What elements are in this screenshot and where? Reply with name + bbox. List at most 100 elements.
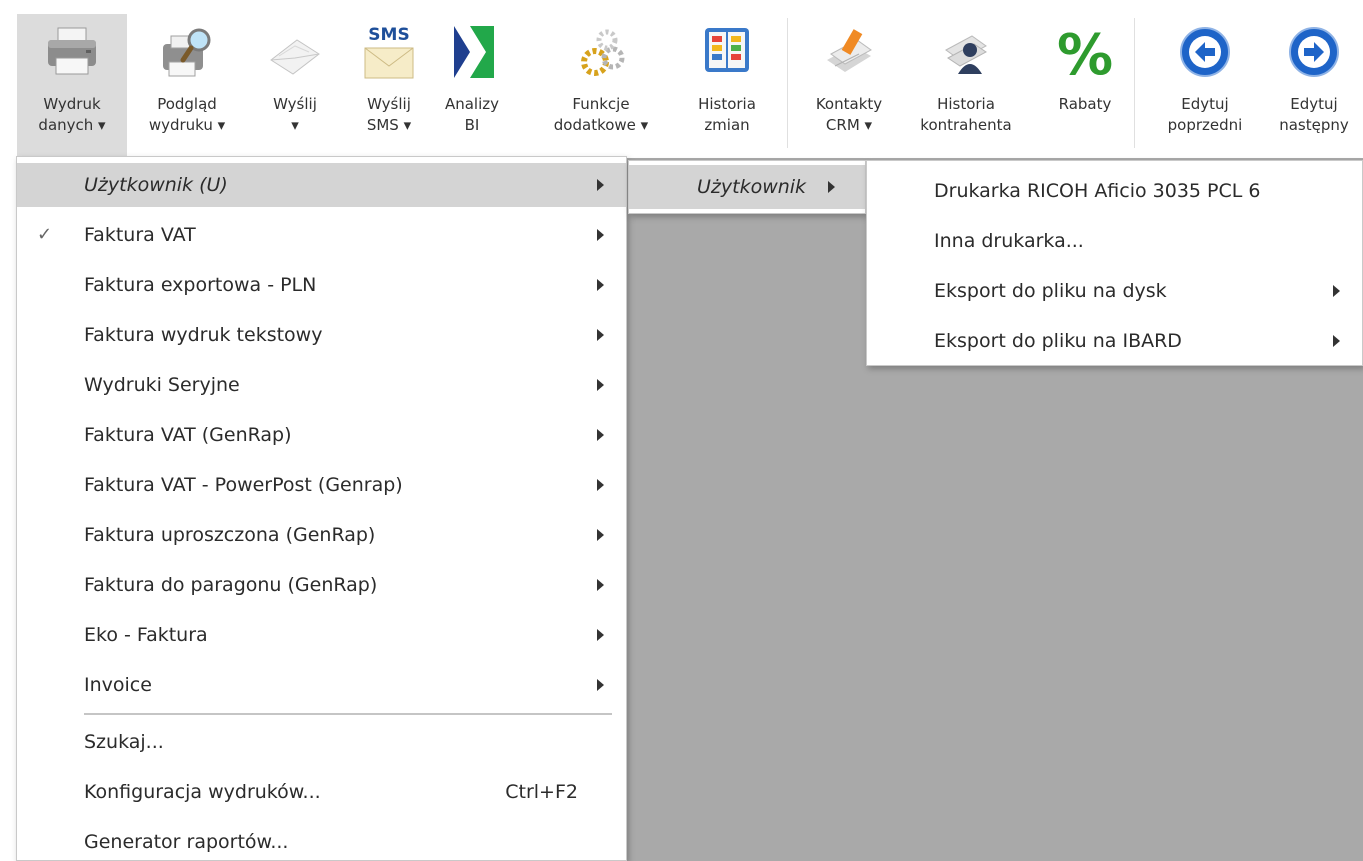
print-preview-icon: [157, 20, 217, 82]
menu-item-label: Eksport do pliku na dysk: [934, 280, 1167, 302]
analytics-bi-icon: [442, 20, 502, 82]
menu-item-label: Użytkownik: [697, 176, 807, 198]
menu-item-konfiguracja-wydrukow[interactable]: Konfiguracja wydruków... Ctrl+F2: [17, 770, 626, 814]
menu-item-label: Wydruki Seryjne: [84, 374, 240, 396]
menu-item-export-to-ibard[interactable]: Eksport do pliku na IBARD: [867, 319, 1362, 363]
edit-previous-label-1: Edytuj: [1181, 95, 1229, 113]
menu-item-faktura-do-paragonu[interactable]: Faktura do paragonu (GenRap): [17, 563, 626, 607]
print-preview-button[interactable]: Podgląd wydruku ▾: [134, 14, 240, 156]
menu-item-label: Faktura exportowa - PLN: [84, 274, 317, 296]
submenu-arrow-icon: [597, 179, 604, 191]
print-data-label-2: danych ▾: [38, 116, 106, 134]
contractor-history-icon: [936, 20, 996, 82]
contractor-history-label-1: Historia: [937, 95, 995, 113]
printer-submenu: Drukarka RICOH Aficio 3035 PCL 6 Inna dr…: [866, 160, 1363, 366]
menu-item-label: Faktura uproszczona (GenRap): [84, 524, 376, 546]
additional-functions-button[interactable]: Funkcje dodatkowe ▾: [531, 14, 671, 156]
menu-item-label: Faktura VAT: [84, 224, 196, 246]
submenu-arrow-icon: [597, 279, 604, 291]
send-sms-label-2: SMS ▾: [366, 116, 412, 134]
crm-contacts-button[interactable]: Kontakty CRM ▾: [800, 14, 898, 156]
submenu-arrow-icon: [1333, 335, 1340, 347]
menu-item-label: Faktura do paragonu (GenRap): [84, 574, 378, 596]
submenu-arrow-icon: [1333, 285, 1340, 297]
print-preview-label-1: Podgląd: [157, 95, 217, 113]
ribbon-toolbar: Wydruk danych ▾ Podgląd wydruku ▾ Wyślij ▾: [0, 0, 1363, 158]
menu-item-label: Szukaj...: [84, 731, 164, 753]
menu-item-szukaj[interactable]: Szukaj...: [17, 720, 626, 764]
edit-previous-button[interactable]: Edytuj poprzedni: [1150, 14, 1260, 156]
crm-contacts-label-2: CRM ▾: [825, 116, 873, 134]
edit-next-label-2: następny: [1279, 116, 1349, 134]
bi-analytics-label-1: Analizy: [444, 95, 500, 113]
edit-next-label-1: Edytuj: [1290, 95, 1338, 113]
menu-item-generator-raportow[interactable]: Generator raportów...: [17, 820, 626, 861]
menu-item-faktura-vat-genrap[interactable]: Faktura VAT (GenRap): [17, 413, 626, 457]
send-label-2: ▾: [291, 116, 299, 134]
submenu-arrow-icon: [828, 181, 835, 193]
print-data-menu: Użytkownik (U) ✓ Faktura VAT Faktura exp…: [16, 156, 627, 861]
menu-item-label: Faktura VAT - PowerPost (Genrap): [84, 474, 403, 496]
send-label-1: Wyślij: [273, 95, 317, 113]
menu-item-label: Użytkownik (U): [84, 174, 228, 196]
menu-item-label: Inna drukarka...: [934, 230, 1084, 252]
menu-item-wydruki-seryjne[interactable]: Wydruki Seryjne: [17, 363, 626, 407]
menu-item-label: Faktura wydruk tekstowy: [84, 324, 323, 346]
ribbon-separator: [1134, 18, 1135, 148]
change-history-button[interactable]: Historia zmian: [686, 14, 768, 156]
submenu-arrow-icon: [597, 529, 604, 541]
menu-item-faktura-wydruk-tekstowy[interactable]: Faktura wydruk tekstowy: [17, 313, 626, 357]
change-history-label-1: Historia: [698, 95, 756, 113]
menu-item-eko-faktura[interactable]: Eko - Faktura: [17, 613, 626, 657]
percent-icon: %: [1055, 20, 1115, 88]
contractor-history-label-2: kontrahenta: [920, 116, 1012, 134]
menu-item-label: Konfiguracja wydruków...: [84, 781, 321, 803]
menu-item-faktura-vat-powerpost[interactable]: Faktura VAT - PowerPost (Genrap): [17, 463, 626, 507]
arrow-right-circle-icon: [1284, 20, 1344, 82]
menu-item-user-printer[interactable]: Użytkownik: [629, 165, 865, 209]
user-submenu: Użytkownik: [628, 160, 866, 214]
menu-separator: [84, 713, 612, 715]
submenu-arrow-icon: [597, 629, 604, 641]
send-envelope-icon: [265, 20, 325, 82]
additional-functions-label-2: dodatkowe ▾: [553, 116, 649, 134]
submenu-arrow-icon: [597, 229, 604, 241]
bi-analytics-button[interactable]: Analizy BI: [440, 14, 504, 156]
submenu-arrow-icon: [597, 379, 604, 391]
send-sms-label-1: Wyślij: [367, 95, 411, 113]
arrow-left-circle-icon: [1175, 20, 1235, 82]
sms-icon-text: SMS: [368, 25, 409, 45]
menu-item-faktura-uproszczona[interactable]: Faktura uproszczona (GenRap): [17, 513, 626, 557]
submenu-arrow-icon: [597, 579, 604, 591]
discounts-button[interactable]: % Rabaty: [1046, 14, 1124, 156]
edit-next-button[interactable]: Edytuj następny: [1265, 14, 1363, 156]
menu-item-label: Drukarka RICOH Aficio 3035 PCL 6: [934, 180, 1261, 202]
print-data-label-1: Wydruk: [43, 95, 101, 113]
send-button[interactable]: Wyślij ▾: [262, 14, 328, 156]
menu-item-invoice[interactable]: Invoice: [17, 663, 626, 707]
menu-item-user[interactable]: Użytkownik (U): [17, 163, 626, 207]
menu-item-label: Generator raportów...: [84, 831, 289, 853]
menu-item-label: Invoice: [84, 674, 152, 696]
menu-item-ricoh-printer[interactable]: Drukarka RICOH Aficio 3035 PCL 6: [867, 169, 1362, 213]
menu-item-faktura-exportowa[interactable]: Faktura exportowa - PLN: [17, 263, 626, 307]
change-history-label-2: zmian: [704, 116, 750, 134]
history-book-icon: [697, 20, 757, 82]
left-edge-strip: [0, 158, 16, 861]
print-data-button[interactable]: Wydruk danych ▾: [17, 14, 127, 156]
menu-item-other-printer[interactable]: Inna drukarka...: [867, 219, 1362, 263]
additional-functions-label-1: Funkcje: [572, 95, 630, 113]
contractor-history-button[interactable]: Historia kontrahenta: [908, 14, 1024, 156]
send-sms-button[interactable]: SMS Wyślij SMS ▾: [352, 14, 426, 156]
sms-icon: SMS: [359, 20, 419, 82]
ribbon-separator: [787, 18, 788, 148]
crm-contacts-icon: [819, 20, 879, 82]
printer-icon: [42, 20, 102, 82]
menu-item-export-to-disk[interactable]: Eksport do pliku na dysk: [867, 269, 1362, 313]
bi-analytics-label-2: BI: [464, 116, 480, 134]
menu-item-label: Faktura VAT (GenRap): [84, 424, 292, 446]
menu-item-faktura-vat[interactable]: ✓ Faktura VAT: [17, 213, 626, 257]
gears-icon: [571, 20, 631, 82]
crm-contacts-label-1: Kontakty: [815, 95, 883, 113]
checkmark-icon: ✓: [37, 224, 53, 245]
